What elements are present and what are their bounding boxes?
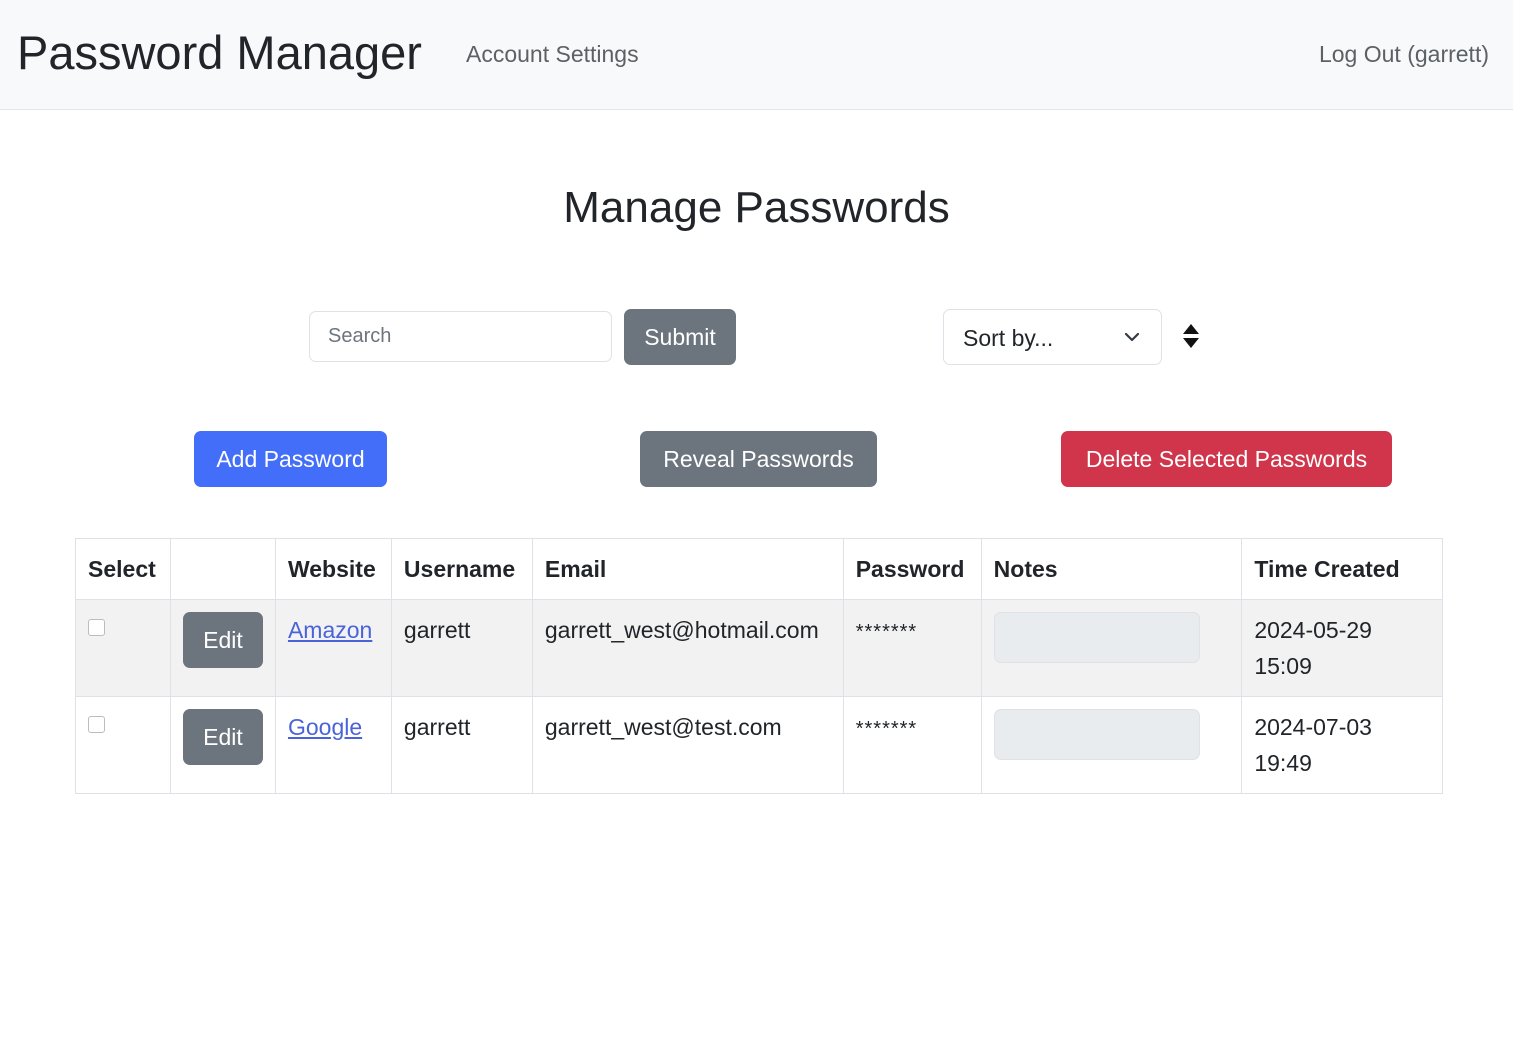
table-row: Edit Amazon garrett garrett_west@hotmail… <box>75 599 1443 697</box>
sort-selected-label: Sort by... <box>963 325 1054 351</box>
masked-password: ******* <box>855 621 918 643</box>
masked-password: ******* <box>855 718 918 740</box>
time-created-cell: 2024-07-03 19:49 <box>1241 696 1443 794</box>
account-settings-link[interactable]: Account Settings <box>466 40 639 68</box>
website-link[interactable]: Google <box>288 714 362 740</box>
search-input[interactable] <box>309 311 612 362</box>
edit-button[interactable]: Edit <box>182 612 263 668</box>
username-cell: garrett <box>390 696 533 794</box>
email-cell: garrett_west@hotmail.com <box>531 599 844 697</box>
delete-selected-button[interactable]: Delete Selected Passwords <box>1061 431 1392 487</box>
passwords-table: Select Website Username Email Password N… <box>75 538 1443 794</box>
header-website: Website <box>274 538 392 600</box>
password-cell: ******* <box>842 696 982 794</box>
edit-cell: Edit <box>169 696 276 794</box>
website-cell: Amazon <box>274 599 392 697</box>
logout-link[interactable]: Log Out (garrett) <box>1319 40 1489 68</box>
edit-button[interactable]: Edit <box>182 709 263 765</box>
page-title: Manage Passwords <box>563 183 950 232</box>
header-password: Password <box>842 538 982 600</box>
notes-cell <box>980 599 1243 697</box>
select-cell <box>75 599 171 697</box>
brand-title[interactable]: Password Manager <box>17 24 422 82</box>
website-link[interactable]: Amazon <box>288 617 372 643</box>
notes-cell <box>980 696 1243 794</box>
submit-button[interactable]: Submit <box>624 309 736 365</box>
email-cell: garrett_west@test.com <box>531 696 844 794</box>
notes-field[interactable] <box>993 709 1200 760</box>
password-cell: ******* <box>842 599 982 697</box>
time-created-cell: 2024-05-29 15:09 <box>1241 599 1443 697</box>
select-cell <box>75 696 171 794</box>
reveal-passwords-button[interactable]: Reveal Passwords <box>640 431 877 487</box>
notes-field[interactable] <box>993 612 1200 663</box>
edit-cell: Edit <box>169 599 276 697</box>
add-password-button[interactable]: Add Password <box>194 431 387 487</box>
website-cell: Google <box>274 696 392 794</box>
navbar: Password Manager Account Settings Log Ou… <box>0 0 1513 110</box>
header-time-created: Time Created <box>1241 538 1443 600</box>
header-email: Email <box>531 538 844 600</box>
header-edit <box>169 538 276 600</box>
row-checkbox[interactable] <box>88 619 105 636</box>
sort-icon[interactable] <box>1181 323 1201 349</box>
table-header-row: Select Website Username Email Password N… <box>75 538 1443 600</box>
header-notes: Notes <box>980 538 1243 600</box>
username-cell: garrett <box>390 599 533 697</box>
header-username: Username <box>390 538 533 600</box>
row-checkbox[interactable] <box>88 716 105 733</box>
header-select: Select <box>75 538 171 600</box>
sort-select[interactable]: Sort by... <box>943 309 1162 365</box>
chevron-down-icon <box>1124 332 1140 342</box>
table-row: Edit Google garrett garrett_west@test.co… <box>75 696 1443 794</box>
